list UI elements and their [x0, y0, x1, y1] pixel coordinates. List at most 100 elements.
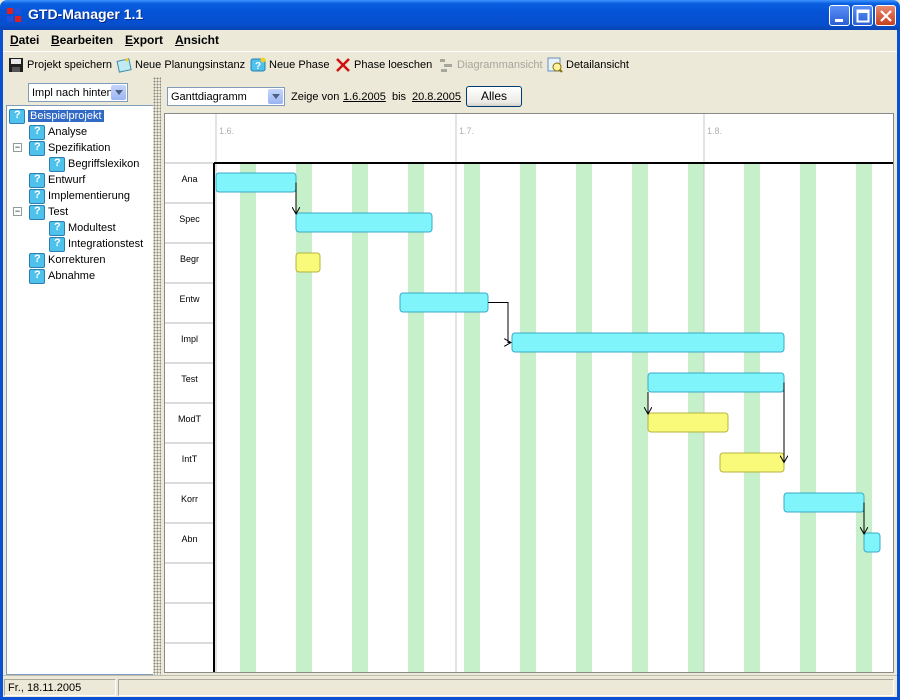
- tree-node[interactable]: Test: [29, 204, 68, 220]
- view-type-select[interactable]: Ganttdiagramm: [167, 87, 285, 106]
- detail-view-button[interactable]: Detailansicht: [547, 56, 629, 74]
- maximize-button[interactable]: [852, 5, 873, 26]
- save-project-button[interactable]: Projekt speichern: [8, 56, 112, 74]
- phase-bar[interactable]: [719, 452, 785, 473]
- phase-icon: [29, 268, 45, 284]
- tree-node-label: Entwurf: [48, 174, 86, 186]
- menu-datei[interactable]: Datei: [10, 33, 39, 47]
- toolbar: Projekt speichern Neue Planungsinstanz ?…: [3, 51, 897, 77]
- tree-node[interactable]: Abnahme: [29, 268, 95, 284]
- diagram-view-button[interactable]: Diagrammansicht: [438, 56, 543, 74]
- to-label: bis: [392, 91, 407, 103]
- tree-node-label: Spezifikation: [48, 142, 111, 154]
- weekend-stripe: [464, 163, 480, 672]
- from-date-link[interactable]: 1.6.2005: [343, 91, 386, 103]
- tree-node[interactable]: Spezifikation: [29, 140, 110, 156]
- left-panel: Impl nach hinten Beispielprojekt Analyse S…: [3, 77, 154, 675]
- phase-bar[interactable]: [295, 212, 433, 233]
- show-all-button[interactable]: Alles: [466, 86, 522, 107]
- detail-view-icon: [547, 57, 563, 73]
- row-label: ModT: [178, 414, 202, 424]
- menu-bearbeiten[interactable]: Bearbeiten: [51, 33, 113, 47]
- phase-bar[interactable]: [863, 532, 881, 553]
- delete-phase-button[interactable]: Phase loeschen: [335, 56, 432, 74]
- phase-bar[interactable]: [647, 372, 785, 393]
- weekend-stripe: [408, 163, 424, 672]
- new-document-icon: [116, 58, 132, 73]
- weekend-stripe: [240, 163, 256, 672]
- floppy-disk-icon: [9, 58, 23, 72]
- phase-icon: [9, 108, 25, 124]
- to-date-link[interactable]: 20.8.2005: [412, 91, 461, 103]
- month-label: 1.7.: [459, 126, 474, 136]
- chevron-down-icon[interactable]: [111, 85, 126, 100]
- row-label: Test: [181, 374, 198, 384]
- phase-bar[interactable]: [511, 332, 785, 353]
- minimize-icon: [835, 19, 843, 22]
- tree-node[interactable]: Beispielprojekt: [9, 108, 104, 124]
- phase-icon: [49, 156, 65, 172]
- minimize-button[interactable]: [829, 5, 850, 26]
- close-button[interactable]: [875, 5, 896, 26]
- splitter-handle[interactable]: [153, 77, 161, 675]
- tree-node-label: Abnahme: [48, 270, 96, 282]
- tree-node-label: Korrekturen: [48, 254, 106, 266]
- collapse-icon[interactable]: −: [13, 207, 22, 216]
- window-title: GTD-Manager 1.1: [28, 6, 144, 22]
- weekend-stripe: [576, 163, 592, 672]
- month-label: 1.6.: [219, 126, 234, 136]
- weekend-stripe: [800, 163, 816, 672]
- phase-bar[interactable]: [295, 252, 321, 273]
- tree-node-label: Beispielprojekt: [28, 110, 104, 122]
- tree-node-label: Modultest: [68, 222, 116, 234]
- close-icon: [880, 10, 892, 22]
- tree-node[interactable]: Analyse: [29, 124, 87, 140]
- tree-node[interactable]: Implementierung: [29, 188, 130, 204]
- tree-node-label: Implementierung: [48, 190, 130, 202]
- tree-node[interactable]: Modultest: [49, 220, 116, 236]
- status-message: [118, 679, 894, 696]
- title-bar: GTD-Manager 1.1: [0, 0, 900, 30]
- collapse-icon[interactable]: −: [13, 143, 22, 152]
- weekend-stripe: [296, 163, 312, 672]
- new-planning-instance-button[interactable]: Neue Planungsinstanz: [116, 56, 245, 74]
- tree-node[interactable]: Korrekturen: [29, 252, 105, 268]
- sort-select[interactable]: Impl nach hinten: [28, 83, 128, 102]
- row-label: Begr: [180, 254, 199, 264]
- new-phase-button[interactable]: ? Neue Phase: [250, 56, 330, 74]
- view-header: Ganttdiagramm Zeige von 1.6.2005 bis 20.…: [163, 84, 893, 112]
- phase-bar[interactable]: [215, 172, 297, 193]
- delete-icon: [336, 58, 350, 72]
- tree-node[interactable]: Entwurf: [29, 172, 85, 188]
- row-label: Impl: [181, 334, 198, 344]
- status-date: Fr., 18.11.2005: [4, 679, 116, 696]
- weekend-stripe: [520, 163, 536, 672]
- phase-bar[interactable]: [783, 492, 865, 513]
- status-bar: Fr., 18.11.2005: [3, 675, 897, 697]
- phase-bar[interactable]: [399, 292, 489, 313]
- tree-node-label: Analyse: [48, 126, 88, 138]
- tree-node-label: Test: [48, 206, 69, 218]
- row-label: Entw: [179, 294, 200, 304]
- show-from-label: Zeige von: [291, 91, 340, 103]
- tree-node[interactable]: Begriffslexikon: [49, 156, 139, 172]
- gantt-svg: 1.6. 1.7. 1.8. Ana Spec Begr Entw Impl Test ModT I…: [165, 114, 893, 672]
- phase-icon: [29, 252, 45, 268]
- phase-icon: [49, 236, 65, 252]
- phase-icon: [29, 172, 45, 188]
- row-label: Korr: [181, 494, 198, 504]
- row-label: Ana: [181, 174, 197, 184]
- chevron-down-icon[interactable]: [268, 89, 283, 104]
- weekend-stripe: [744, 163, 760, 672]
- row-label: IntT: [182, 454, 198, 464]
- phase-icon: [49, 220, 65, 236]
- weekend-stripe: [352, 163, 368, 672]
- menu-export[interactable]: Export: [125, 33, 163, 47]
- phase-bar[interactable]: [647, 412, 729, 433]
- row-label: Abn: [181, 534, 197, 544]
- menu-ansicht[interactable]: Ansicht: [175, 33, 219, 47]
- tree-node[interactable]: Integrationstest: [49, 236, 143, 252]
- gantt-chart: 1.6. 1.7. 1.8. Ana Spec Begr Entw Impl Test ModT I…: [164, 113, 894, 673]
- dependency-arrow: [488, 302, 511, 343]
- app-icon: [7, 8, 21, 22]
